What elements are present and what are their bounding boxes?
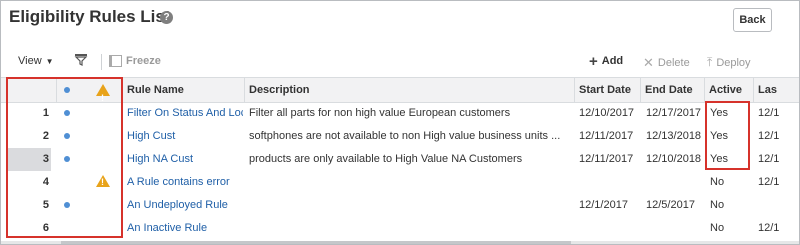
column-header-rule-name[interactable]: Rule Name — [123, 78, 245, 102]
end-date-cell: 12/17/2017 — [646, 107, 702, 119]
last-cell: 12/1 — [758, 153, 780, 165]
delete-label: Delete — [657, 57, 690, 69]
active-cell: No — [710, 199, 725, 211]
view-menu[interactable]: View ▼ — [18, 55, 54, 67]
column-header-end-date[interactable]: End Date — [641, 78, 705, 102]
end-date-cell: 12/13/2018 — [646, 130, 702, 142]
last-cell: 12/1 — [758, 222, 780, 234]
rule-name-link[interactable]: High Cust — [127, 125, 243, 148]
column-header-description[interactable]: Description — [245, 78, 575, 102]
last-cell: 12/1 — [758, 130, 780, 142]
highlight-box-status-columns — [6, 77, 123, 238]
active-cell: No — [710, 176, 725, 188]
start-date-cell: 12/11/2017 — [579, 153, 634, 165]
deploy-button[interactable]: ⤒ Deploy — [707, 55, 751, 70]
start-date-cell — [579, 171, 639, 194]
description-cell: Filter all parts for non high value Euro… — [249, 107, 511, 119]
plus-icon: + — [589, 52, 598, 70]
deploy-icon: ⤒ — [707, 55, 713, 69]
delete-button[interactable]: ✕ Delete — [643, 55, 690, 71]
rule-name-link[interactable]: High NA Cust — [127, 148, 243, 171]
description-cell — [249, 217, 573, 240]
rule-name-link[interactable]: An Inactive Rule — [127, 217, 243, 240]
description-cell: softphones are not available to non High… — [249, 130, 561, 142]
start-date-cell: 12/10/2017 — [579, 107, 635, 119]
last-cell: 12/1 — [758, 176, 780, 188]
start-date-cell: 12/11/2017 — [579, 130, 634, 142]
end-date-cell — [646, 217, 704, 240]
description-cell — [249, 194, 573, 217]
delete-icon: ✕ — [643, 55, 654, 70]
page: Eligibility Rules List ? Back View ▼ Fre… — [0, 0, 800, 245]
freeze-label: Freeze — [126, 55, 161, 67]
start-date-cell: 12/1/2017 — [579, 199, 628, 211]
last-cell: 12/1 — [758, 107, 780, 119]
help-icon[interactable]: ? — [160, 11, 173, 24]
toolbar-divider — [101, 54, 102, 70]
add-button[interactable]: + Add — [589, 52, 624, 70]
add-label: Add — [601, 55, 624, 67]
deploy-label: Deploy — [716, 56, 751, 69]
rule-name-link[interactable]: Filter On Status And Loc — [127, 102, 243, 125]
start-date-cell — [579, 217, 639, 240]
back-button[interactable]: Back — [733, 8, 772, 32]
scrollbar-thumb[interactable] — [61, 241, 571, 244]
column-header-active[interactable]: Active — [705, 78, 754, 102]
highlight-box-active-column — [705, 101, 750, 170]
column-header-last[interactable]: Las — [754, 78, 799, 102]
last-cell — [758, 194, 799, 217]
freeze-icon — [109, 55, 122, 67]
toolbar: View ▼ Freeze + Add ✕ Delete ⤒ Deploy — [1, 51, 799, 73]
end-date-cell — [646, 171, 704, 194]
freeze-button[interactable]: Freeze — [109, 55, 161, 67]
column-header-start-date[interactable]: Start Date — [575, 78, 641, 102]
rule-name-link[interactable]: A Rule contains error — [127, 171, 243, 194]
horizontal-scrollbar[interactable] — [1, 241, 799, 244]
rule-name-link[interactable]: An Undeployed Rule — [127, 194, 243, 217]
page-title: Eligibility Rules List — [9, 7, 171, 26]
description-cell: products are only available to High Valu… — [249, 153, 523, 165]
end-date-cell: 12/5/2017 — [646, 199, 695, 211]
filter-icon[interactable] — [74, 53, 88, 67]
description-cell — [249, 171, 573, 194]
view-menu-label: View — [18, 55, 42, 67]
end-date-cell: 12/10/2018 — [646, 153, 702, 165]
active-cell: No — [710, 222, 725, 234]
caret-down-icon: ▼ — [45, 56, 54, 66]
